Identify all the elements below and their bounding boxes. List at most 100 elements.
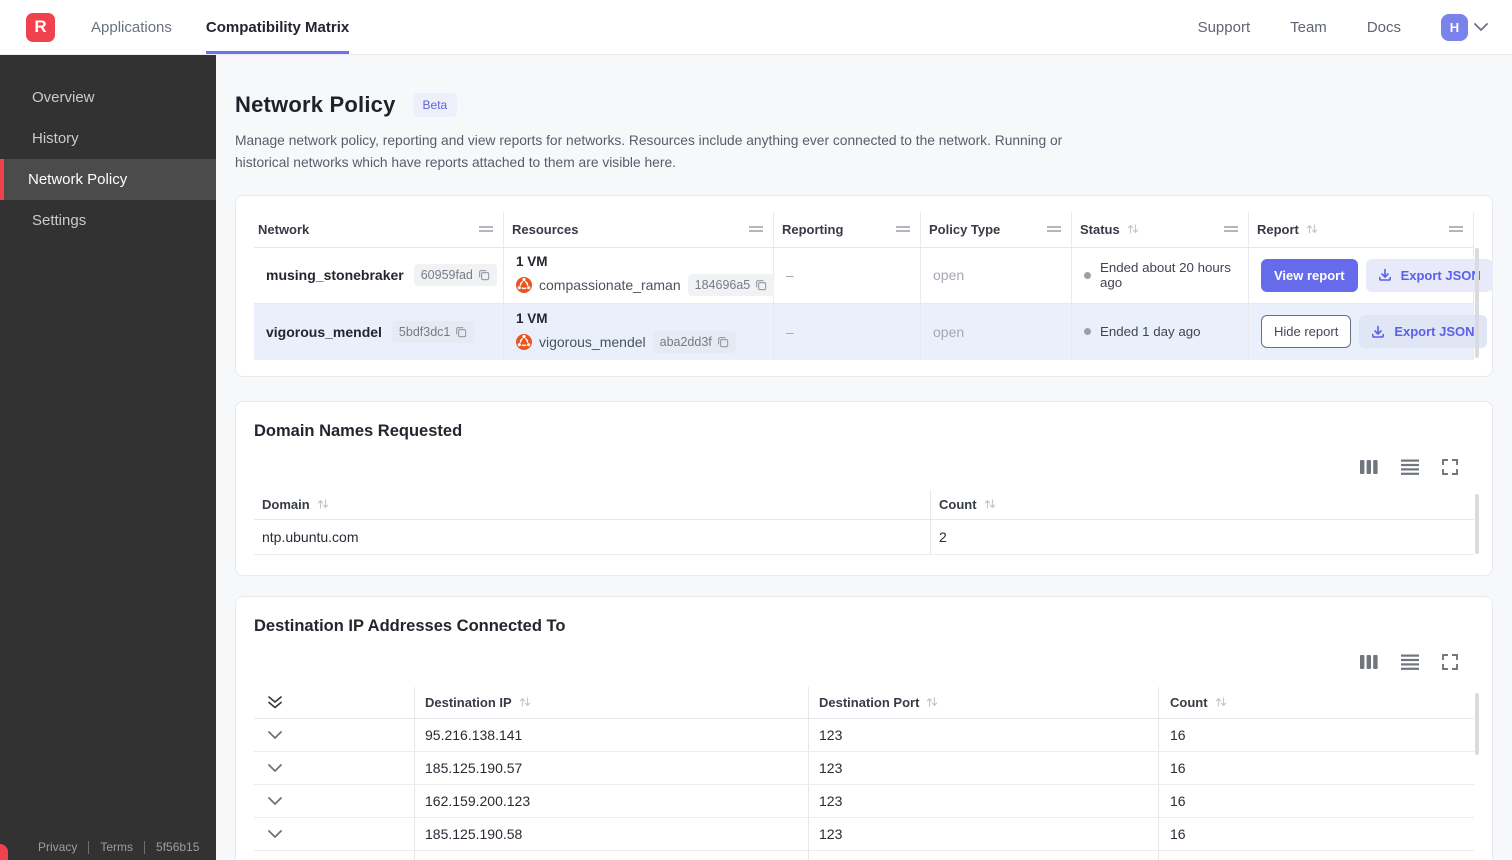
network-id-badge[interactable]: 5bdf3dc1 [391, 320, 475, 343]
copy-icon[interactable] [478, 269, 490, 281]
export-json-button[interactable]: Export JSON [1359, 315, 1487, 349]
column-resize-handle-icon[interactable] [1047, 225, 1061, 233]
expand-all-rows-control[interactable] [254, 687, 414, 718]
table-scrollbar[interactable] [1475, 692, 1479, 755]
chevron-down-icon[interactable] [268, 829, 282, 838]
status-dot [1084, 271, 1091, 279]
sort-icon[interactable] [317, 498, 329, 510]
column-resize-handle-icon[interactable] [896, 225, 910, 233]
destination-row[interactable]: 185.125.190.57 123 16 [254, 751, 1474, 785]
copy-icon[interactable] [717, 336, 729, 348]
nav-link-support[interactable]: Support [1198, 19, 1251, 36]
app-logo[interactable]: R [26, 12, 55, 42]
table-scrollbar[interactable] [1475, 247, 1479, 358]
domain-row[interactable]: ntp.ubuntu.com 2 [254, 519, 1474, 555]
sidebar-item-history[interactable]: History [0, 118, 216, 159]
column-header-destination-ip[interactable]: Destination IP [414, 686, 808, 718]
fullscreen-icon[interactable] [1442, 653, 1458, 670]
rows-icon[interactable] [1401, 459, 1419, 475]
column-label: Destination IP [425, 694, 512, 710]
destination-port-value: 123 [808, 784, 1158, 817]
hide-report-button[interactable]: Hide report [1261, 315, 1352, 349]
resource-count: 1 VM [516, 254, 548, 270]
network-row[interactable]: musing_stonebraker 60959fad 1 VM compass… [254, 247, 1493, 304]
column-header-resources[interactable]: Resources [504, 211, 774, 247]
column-header-domain[interactable]: Domain [254, 490, 930, 519]
export-json-button[interactable]: Export JSON [1365, 258, 1493, 292]
fullscreen-icon[interactable] [1442, 458, 1458, 475]
table-scrollbar[interactable] [1475, 493, 1479, 554]
networks-table-header: Network Resources Reporting Policy Type [254, 211, 1474, 248]
build-version: 5f56b15 [144, 840, 199, 854]
policy-type-value: open [921, 247, 1072, 303]
vm-id-badge[interactable]: 184696a5 [687, 274, 775, 297]
sort-icon[interactable] [984, 498, 996, 510]
column-resize-handle-icon[interactable] [479, 225, 493, 233]
column-header-policy-type[interactable]: Policy Type [921, 211, 1072, 247]
chat-launcher[interactable] [0, 844, 8, 860]
destination-port-value: 123 [808, 718, 1158, 751]
sort-icon[interactable] [519, 696, 531, 708]
column-label: Count [1170, 694, 1208, 710]
column-label: Reporting [782, 221, 844, 237]
column-resize-handle-icon[interactable] [749, 225, 763, 233]
column-header-report[interactable]: Report [1249, 211, 1474, 247]
destination-port-value: 123 [808, 817, 1158, 850]
sort-icon[interactable] [1306, 223, 1318, 235]
sort-icon[interactable] [926, 696, 938, 708]
nav-tab-compatibility-matrix[interactable]: Compatibility Matrix [205, 0, 350, 54]
sort-icon[interactable] [1127, 223, 1139, 235]
column-header-reporting[interactable]: Reporting [774, 211, 921, 247]
destination-row[interactable]: 162.159.200.123 123 16 [254, 784, 1474, 818]
user-avatar[interactable]: H [1441, 13, 1468, 41]
columns-icon[interactable] [1360, 459, 1378, 475]
column-label: Status [1080, 221, 1120, 237]
column-header-count[interactable]: Count [1158, 686, 1474, 718]
network-id: 60959fad [420, 268, 473, 283]
copy-icon[interactable] [755, 279, 767, 291]
network-row[interactable]: vigorous_mendel 5bdf3dc1 1 VM vigorous_m… [254, 303, 1487, 360]
destination-row[interactable]: 95.216.100.21 123 16 [254, 850, 1474, 860]
double-chevron-down-icon[interactable] [268, 695, 282, 709]
main-content: Network Policy Beta Manage network polic… [216, 55, 1512, 860]
domains-table-header: Domain Count [254, 489, 1474, 520]
chevron-down-icon[interactable] [1474, 23, 1488, 31]
sort-icon[interactable] [1215, 696, 1227, 708]
view-report-button[interactable]: View report [1261, 258, 1358, 292]
column-header-count[interactable]: Count [930, 489, 1474, 519]
sidebar-item-overview[interactable]: Overview [0, 77, 216, 118]
rows-icon[interactable] [1401, 654, 1419, 670]
vm-id-badge[interactable]: aba2dd3f [652, 330, 736, 353]
column-header-network[interactable]: Network [254, 211, 504, 247]
chevron-down-icon[interactable] [268, 796, 282, 805]
download-icon [1378, 268, 1392, 282]
chevron-down-icon[interactable] [268, 730, 282, 739]
sidebar-item-settings[interactable]: Settings [0, 200, 216, 241]
nav-link-docs[interactable]: Docs [1367, 19, 1401, 36]
resource-count: 1 VM [516, 310, 548, 326]
column-label: Destination Port [819, 694, 920, 710]
network-id-badge[interactable]: 60959fad [413, 264, 497, 287]
destination-row[interactable]: 185.125.190.58 123 16 [254, 817, 1474, 851]
card-title: Destination IP Addresses Connected To [254, 616, 566, 635]
column-resize-handle-icon[interactable] [1224, 225, 1238, 233]
nav-tab-applications[interactable]: Applications [91, 0, 172, 54]
vm-id: aba2dd3f [659, 334, 712, 349]
destination-port-value: 123 [808, 751, 1158, 784]
column-header-destination-port[interactable]: Destination Port [808, 686, 1158, 718]
column-header-status[interactable]: Status [1072, 211, 1249, 247]
chevron-down-icon[interactable] [268, 763, 282, 772]
column-label: Network [258, 221, 310, 237]
nav-link-team[interactable]: Team [1290, 19, 1327, 36]
destination-ip-value: 95.216.100.21 [414, 850, 808, 860]
privacy-link[interactable]: Privacy [38, 840, 77, 854]
copy-icon[interactable] [455, 326, 467, 338]
columns-icon[interactable] [1360, 654, 1378, 670]
sidebar-footer: Privacy Terms 5f56b15 [38, 840, 199, 854]
destinations-table: Destination IP Destination Port Count 95… [254, 686, 1474, 860]
vm-name: vigorous_mendel [539, 333, 646, 350]
terms-link[interactable]: Terms [88, 840, 133, 854]
column-resize-handle-icon[interactable] [1449, 225, 1463, 233]
destination-row[interactable]: 95.216.138.141 123 16 [254, 718, 1474, 752]
sidebar-item-network-policy[interactable]: Network Policy [0, 159, 216, 200]
